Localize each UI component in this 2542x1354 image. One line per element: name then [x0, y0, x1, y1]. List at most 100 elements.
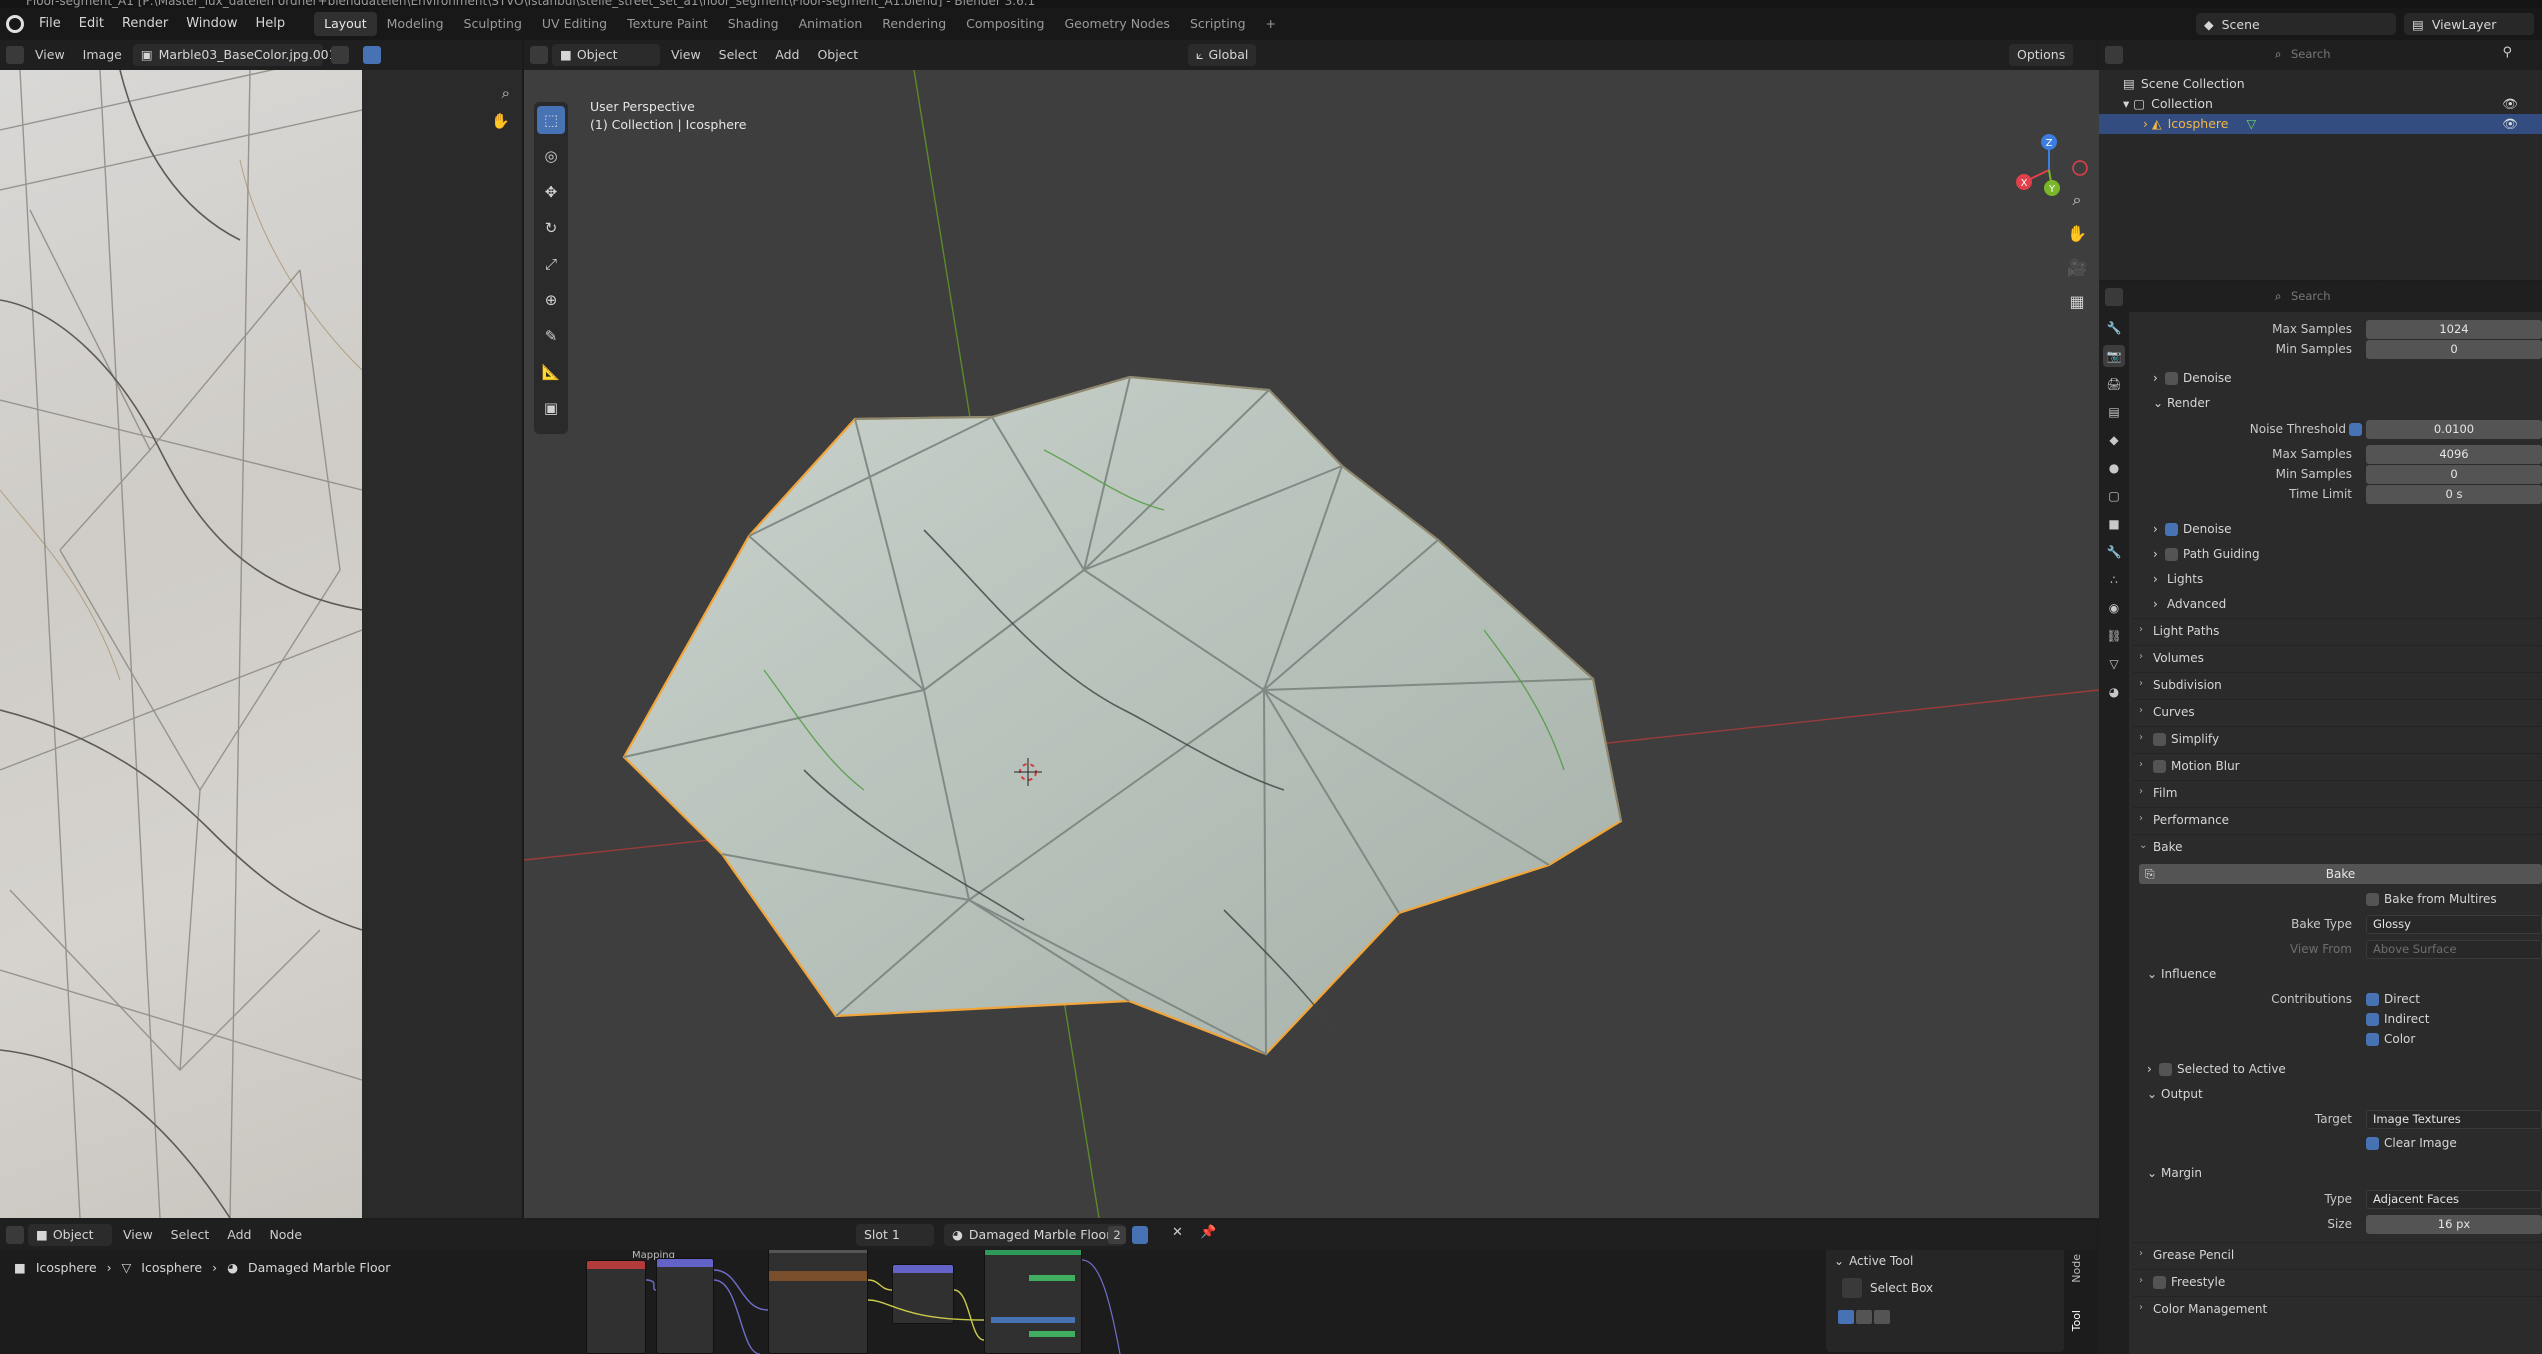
add-workspace-button[interactable]: + — [1256, 12, 1286, 36]
view-layer-tab-icon[interactable]: ▤ — [2103, 401, 2125, 423]
viewport-menu-add[interactable]: Add — [768, 44, 806, 66]
workspace-tab-shading[interactable]: Shading — [718, 12, 789, 36]
world-tab-icon[interactable]: ● — [2103, 457, 2125, 479]
scene-selector[interactable]: ◆ Scene — [2196, 13, 2396, 35]
breadcrumb-mesh[interactable]: Icosphere — [141, 1260, 202, 1275]
section-freestyle[interactable]: › Freestyle — [2133, 1269, 2542, 1295]
workspace-tab-scripting[interactable]: Scripting — [1180, 12, 1256, 36]
cursor-tool-icon[interactable]: ◎ — [537, 142, 565, 170]
breadcrumb-material[interactable]: Damaged Marble Floor — [248, 1260, 390, 1275]
viewport-menu-select[interactable]: Select — [712, 44, 765, 66]
margin-subpanel[interactable]: ⌄ Margin — [2133, 1164, 2542, 1184]
shader-menu-view[interactable]: View — [116, 1224, 160, 1246]
viewport-canvas[interactable]: Z X Y User Perspective (1) Collection | … — [524, 70, 2099, 1218]
move-tool-icon[interactable]: ✥ — [537, 178, 565, 206]
material-selector[interactable]: ◕ Damaged Marble Floor — [944, 1224, 1124, 1246]
menu-window[interactable]: Window — [177, 13, 246, 35]
section-performance[interactable]: › Performance — [2133, 807, 2542, 833]
properties-editor-type-icon[interactable] — [2105, 288, 2123, 306]
direct-checkbox[interactable] — [2366, 993, 2379, 1006]
viewport-denoise-checkbox[interactable] — [2165, 372, 2178, 385]
workspace-tab-layout[interactable]: Layout — [314, 12, 377, 36]
pin-icon[interactable] — [330, 46, 349, 64]
texture-coordinate-node[interactable] — [586, 1260, 646, 1354]
viewport-max-samples-field[interactable]: 1024 — [2366, 320, 2542, 339]
select-box-tool[interactable]: Select Box — [1842, 1278, 1933, 1298]
image-menu-image[interactable]: Image — [76, 44, 129, 66]
image-canvas[interactable] — [0, 70, 362, 1218]
shader-menu-select[interactable]: Select — [164, 1224, 217, 1246]
advanced-subpanel[interactable]: › Advanced — [2133, 595, 2542, 615]
visibility-eye-icon[interactable]: 👁 — [2502, 114, 2518, 134]
render-denoise-checkbox[interactable] — [2165, 523, 2178, 536]
node-canvas[interactable]: ■ Icosphere › ▽ Icosphere › ◕ Damaged Ma… — [0, 1250, 2097, 1354]
visibility-eye-icon[interactable]: 👁 — [2502, 94, 2518, 114]
render-min-samples-field[interactable]: 0 — [2366, 465, 2542, 484]
path-guiding-checkbox[interactable] — [2165, 548, 2178, 561]
viewport-min-samples-field[interactable]: 0 — [2366, 340, 2542, 359]
workspace-tab-geometry-nodes[interactable]: Geometry Nodes — [1055, 12, 1180, 36]
uv-sync-icon[interactable] — [362, 46, 381, 64]
section-film[interactable]: › Film — [2133, 780, 2542, 806]
influence-subpanel[interactable]: ⌄ Influence — [2133, 965, 2542, 985]
annotate-tool-icon[interactable]: ✎ — [537, 322, 565, 350]
rotate-tool-icon[interactable]: ↻ — [537, 214, 565, 242]
margin-type-dropdown[interactable]: Adjacent Faces — [2366, 1190, 2542, 1209]
image-texture-node[interactable] — [768, 1250, 868, 1354]
workspace-tab-rendering[interactable]: Rendering — [872, 12, 956, 36]
normal-map-node[interactable] — [892, 1264, 954, 1324]
viewport-options-button[interactable]: Options — [2009, 44, 2074, 66]
select-new-icon[interactable] — [1838, 1310, 1854, 1324]
view-layer-selector[interactable]: ▤ ViewLayer — [2404, 13, 2534, 35]
outliner-row-scene-collection[interactable]: ▤ Scene Collection — [2099, 74, 2542, 94]
workspace-tab-uv-editing[interactable]: UV Editing — [532, 12, 617, 36]
menu-file[interactable]: File — [30, 13, 70, 35]
node-side-tab[interactable]: Node — [2070, 1254, 2083, 1283]
particles-tab-icon[interactable]: ∴ — [2103, 569, 2125, 591]
lights-subpanel[interactable]: › Lights — [2133, 570, 2542, 590]
section-simplify[interactable]: › Simplify — [2133, 726, 2542, 752]
navigation-gizmo[interactable]: Z X Y — [2016, 134, 2088, 196]
mapping-node[interactable] — [656, 1258, 714, 1354]
ortho-toggle-icon[interactable]: ▦ — [2065, 290, 2089, 314]
shader-editor-type-icon[interactable] — [6, 1226, 24, 1244]
orientation-selector[interactable]: ⟀ Global — [1188, 44, 1257, 66]
clear-image-checkbox[interactable] — [2366, 1137, 2379, 1150]
render-tab-icon[interactable]: 📷 — [2103, 345, 2125, 367]
select-box-tool-icon[interactable]: ⬚ — [537, 106, 565, 134]
outliner-search-field[interactable]: ⌕ Search — [2269, 44, 2379, 64]
bake-type-dropdown[interactable]: Glossy — [2366, 915, 2542, 934]
icosphere-mesh[interactable] — [622, 375, 1623, 1056]
section-color-management[interactable]: › Color Management — [2133, 1296, 2542, 1322]
object-tab-icon[interactable]: ■ — [2103, 513, 2125, 535]
viewport-editor-type-icon[interactable] — [530, 46, 548, 64]
outliner-editor-type-icon[interactable] — [2105, 46, 2123, 64]
collection-tab-icon[interactable]: ▢ — [2103, 485, 2125, 507]
workspace-tab-modeling[interactable]: Modeling — [377, 12, 454, 36]
outliner-row-collection[interactable]: ▾ ▢ Collection 👁 — [2099, 94, 2542, 114]
measure-tool-icon[interactable]: 📐 — [537, 358, 565, 386]
viewport-denoise-row[interactable]: › Denoise — [2133, 369, 2542, 389]
camera-view-icon[interactable]: 🎥 — [2065, 256, 2089, 280]
select-extend-icon[interactable] — [1856, 1310, 1872, 1324]
freestyle-checkbox[interactable] — [2153, 1276, 2166, 1289]
pin-icon[interactable]: 📌 — [1200, 1225, 1216, 1240]
zoom-icon[interactable]: ⌕ — [502, 84, 510, 102]
zoom-view-icon[interactable]: ⌕ — [2065, 188, 2089, 212]
simplify-checkbox[interactable] — [2153, 733, 2166, 746]
noise-threshold-field[interactable]: 0.0100 — [2366, 420, 2542, 439]
selected-to-active-checkbox[interactable] — [2159, 1063, 2172, 1076]
tool-tab-icon[interactable]: 🔧 — [2103, 317, 2125, 339]
principled-bsdf-node[interactable] — [984, 1250, 1082, 1354]
motion-blur-checkbox[interactable] — [2153, 760, 2166, 773]
bake-from-multires-checkbox[interactable] — [2366, 893, 2379, 906]
modifier-tab-icon[interactable]: 🔧 — [2103, 541, 2125, 563]
menu-edit[interactable]: Edit — [70, 13, 113, 35]
tool-side-tab[interactable]: Tool — [2070, 1310, 2083, 1331]
selected-to-active-row[interactable]: › Selected to Active — [2133, 1060, 2542, 1080]
section-bake[interactable]: ⌄ Bake — [2133, 834, 2542, 860]
shader-menu-add[interactable]: Add — [220, 1224, 258, 1246]
section-curves[interactable]: › Curves — [2133, 699, 2542, 725]
section-subdivision[interactable]: › Subdivision — [2133, 672, 2542, 698]
filter-icon[interactable]: ⚲ — [2502, 45, 2512, 60]
